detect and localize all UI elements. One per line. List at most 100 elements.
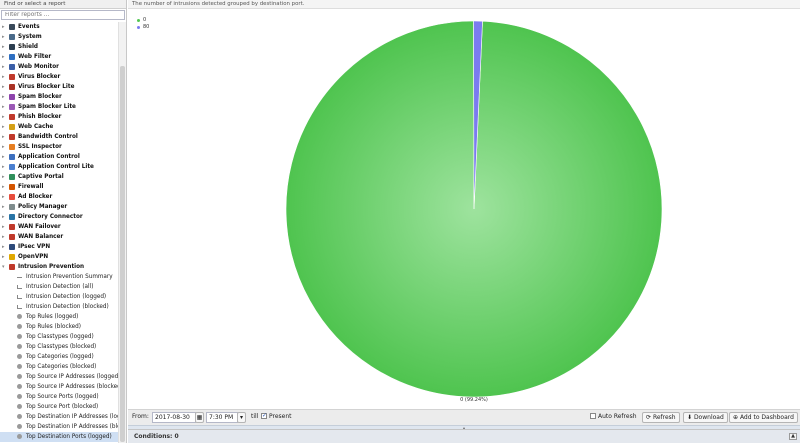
refresh-icon: ⟳ (646, 414, 653, 421)
report-label: Top Rules (blocked) (26, 324, 81, 330)
report-item[interactable]: Top Destination Ports (logged) (0, 432, 118, 442)
report-category[interactable]: ▸ Ad Blocker (0, 192, 118, 202)
collapsed-arrow-icon[interactable]: ▸ (2, 182, 7, 192)
collapsed-arrow-icon[interactable]: ▸ (2, 252, 7, 262)
report-item[interactable]: Top Source Ports (logged) (0, 392, 118, 402)
report-item[interactable]: Top Source IP Addresses (logged) (0, 372, 118, 382)
collapsed-arrow-icon[interactable]: ▸ (2, 232, 7, 242)
collapsed-arrow-icon[interactable]: ▸ (2, 112, 7, 122)
report-category[interactable]: ▸ Web Monitor (0, 62, 118, 72)
collapsed-arrow-icon[interactable]: ▸ (2, 82, 7, 92)
add-to-dashboard-button[interactable]: ⊕ Add to Dashboard (729, 412, 798, 423)
report-item[interactable]: Intrusion Prevention Summary (0, 272, 118, 282)
collapsed-arrow-icon[interactable]: ▸ (2, 132, 7, 142)
start-date-field[interactable]: 2017-08-30 (152, 412, 196, 423)
report-label: Top Source IP Addresses (logged) (26, 374, 118, 380)
report-category[interactable]: ▸ OpenVPN (0, 252, 118, 262)
report-category[interactable]: ▸ Application Control (0, 152, 118, 162)
report-label: Intrusion Detection (all) (26, 284, 94, 290)
report-item[interactable]: Top Source Port (blocked) (0, 402, 118, 412)
report-item[interactable]: Top Categories (logged) (0, 352, 118, 362)
report-category[interactable]: ▸ Policy Manager (0, 202, 118, 212)
time-dropdown-icon[interactable]: ▾ (237, 412, 246, 423)
report-item[interactable]: Top Classtypes (logged) (0, 332, 118, 342)
report-item[interactable]: Intrusion Detection (blocked) (0, 302, 118, 312)
report-category[interactable]: ▸ SSL Inspector (0, 142, 118, 152)
report-category[interactable]: ▸ Shield (0, 42, 118, 52)
collapsed-arrow-icon[interactable]: ▸ (2, 152, 7, 162)
report-tree-header: Find or select a report (0, 0, 126, 9)
expanded-arrow-icon[interactable]: ▾ (2, 262, 7, 272)
collapsed-arrow-icon[interactable]: ▸ (2, 162, 7, 172)
report-category[interactable]: ▸ System (0, 32, 118, 42)
start-time-field[interactable]: 7:30 PM (206, 412, 238, 423)
auto-refresh-checkbox[interactable]: Auto Refresh (590, 412, 637, 423)
legend-entry[interactable]: 0 (137, 17, 149, 24)
report-item[interactable]: Top Destination IP Addresses (blo... (0, 422, 118, 432)
collapsed-arrow-icon[interactable]: ▸ (2, 22, 7, 32)
report-item[interactable]: Intrusion Detection (all) (0, 282, 118, 292)
report-item[interactable]: Top Classtypes (blocked) (0, 342, 118, 352)
pie-chart-icon (17, 364, 22, 369)
collapsed-arrow-icon[interactable]: ▸ (2, 172, 7, 182)
report-category[interactable]: ▸ Web Filter (0, 52, 118, 62)
report-category[interactable]: ▸ Spam Blocker (0, 92, 118, 102)
conditions-collapse-icon[interactable]: ▲ (789, 433, 797, 440)
report-category[interactable]: ▸ Virus Blocker (0, 72, 118, 82)
download-button[interactable]: ⬇ Download (683, 412, 728, 423)
legend-entry[interactable]: 80 (137, 24, 149, 31)
collapsed-arrow-icon[interactable]: ▸ (2, 122, 7, 132)
refresh-button[interactable]: ⟳ Refresh (642, 412, 680, 423)
report-category[interactable]: ▸ Captive Portal (0, 172, 118, 182)
report-item[interactable]: Intrusion Detection (logged) (0, 292, 118, 302)
collapsed-arrow-icon[interactable]: ▸ (2, 62, 7, 72)
report-category[interactable]: ▸ Application Control Lite (0, 162, 118, 172)
report-category[interactable]: ▸ Spam Blocker Lite (0, 102, 118, 112)
collapsed-arrow-icon[interactable]: ▸ (2, 52, 7, 62)
collapsed-arrow-icon[interactable]: ▸ (2, 222, 7, 232)
report-label: Top Source Ports (logged) (26, 394, 99, 400)
auto-refresh-checkbox-box[interactable] (590, 412, 596, 419)
report-category[interactable]: ▸ WAN Failover (0, 222, 118, 232)
app-icon (9, 194, 15, 200)
report-label: Top Source Port (blocked) (26, 404, 99, 410)
collapsed-arrow-icon[interactable]: ▸ (2, 192, 7, 202)
report-category[interactable]: ▸ Phish Blocker (0, 112, 118, 122)
calendar-icon[interactable]: ▦ (195, 412, 204, 423)
collapsed-arrow-icon[interactable]: ▸ (2, 92, 7, 102)
report-category[interactable]: ▸ Events (0, 22, 118, 32)
present-checkbox-box[interactable] (261, 411, 267, 420)
report-category[interactable]: ▸ Web Cache (0, 122, 118, 132)
report-category[interactable]: ▾ Intrusion Prevention (0, 262, 118, 272)
collapsed-arrow-icon[interactable]: ▸ (2, 42, 7, 52)
download-label: Download (693, 414, 724, 421)
filter-reports-input[interactable] (1, 10, 125, 20)
report-category[interactable]: ▸ IPsec VPN (0, 242, 118, 252)
collapsed-arrow-icon[interactable]: ▸ (2, 102, 7, 112)
collapsed-arrow-icon[interactable]: ▸ (2, 72, 7, 82)
report-category[interactable]: ▸ WAN Balancer (0, 232, 118, 242)
collapsed-arrow-icon[interactable]: ▸ (2, 142, 7, 152)
report-view: The number of intrusions detected groupe… (128, 0, 800, 443)
collapsed-arrow-icon[interactable]: ▸ (2, 242, 7, 252)
report-item[interactable]: Top Source IP Addresses (blocked) (0, 382, 118, 392)
present-checkbox[interactable]: Present (261, 411, 292, 423)
report-item[interactable]: Top Rules (blocked) (0, 322, 118, 332)
report-label: WAN Balancer (18, 234, 64, 240)
report-category[interactable]: ▸ Bandwidth Control (0, 132, 118, 142)
conditions-bar[interactable]: Conditions: 0 ▲ (128, 429, 800, 443)
collapsed-arrow-icon[interactable]: ▸ (2, 212, 7, 222)
report-item[interactable]: Top Categories (blocked) (0, 362, 118, 372)
collapsed-arrow-icon[interactable]: ▸ (2, 32, 7, 42)
report-category[interactable]: ▸ Directory Connector (0, 212, 118, 222)
report-category[interactable]: ▸ Virus Blocker Lite (0, 82, 118, 92)
report-item[interactable]: Top Rules (logged) (0, 312, 118, 322)
report-item[interactable]: Top Destination IP Addresses (logged) (0, 412, 118, 422)
report-category[interactable]: ▸ Firewall (0, 182, 118, 192)
report-label: Application Control Lite (18, 164, 94, 170)
tree-scrollbar-thumb[interactable] (120, 66, 125, 442)
bar-chart-icon (17, 295, 22, 299)
collapsed-arrow-icon[interactable]: ▸ (2, 202, 7, 212)
tree-scrollbar[interactable] (118, 22, 126, 443)
text-report-icon (17, 275, 22, 278)
